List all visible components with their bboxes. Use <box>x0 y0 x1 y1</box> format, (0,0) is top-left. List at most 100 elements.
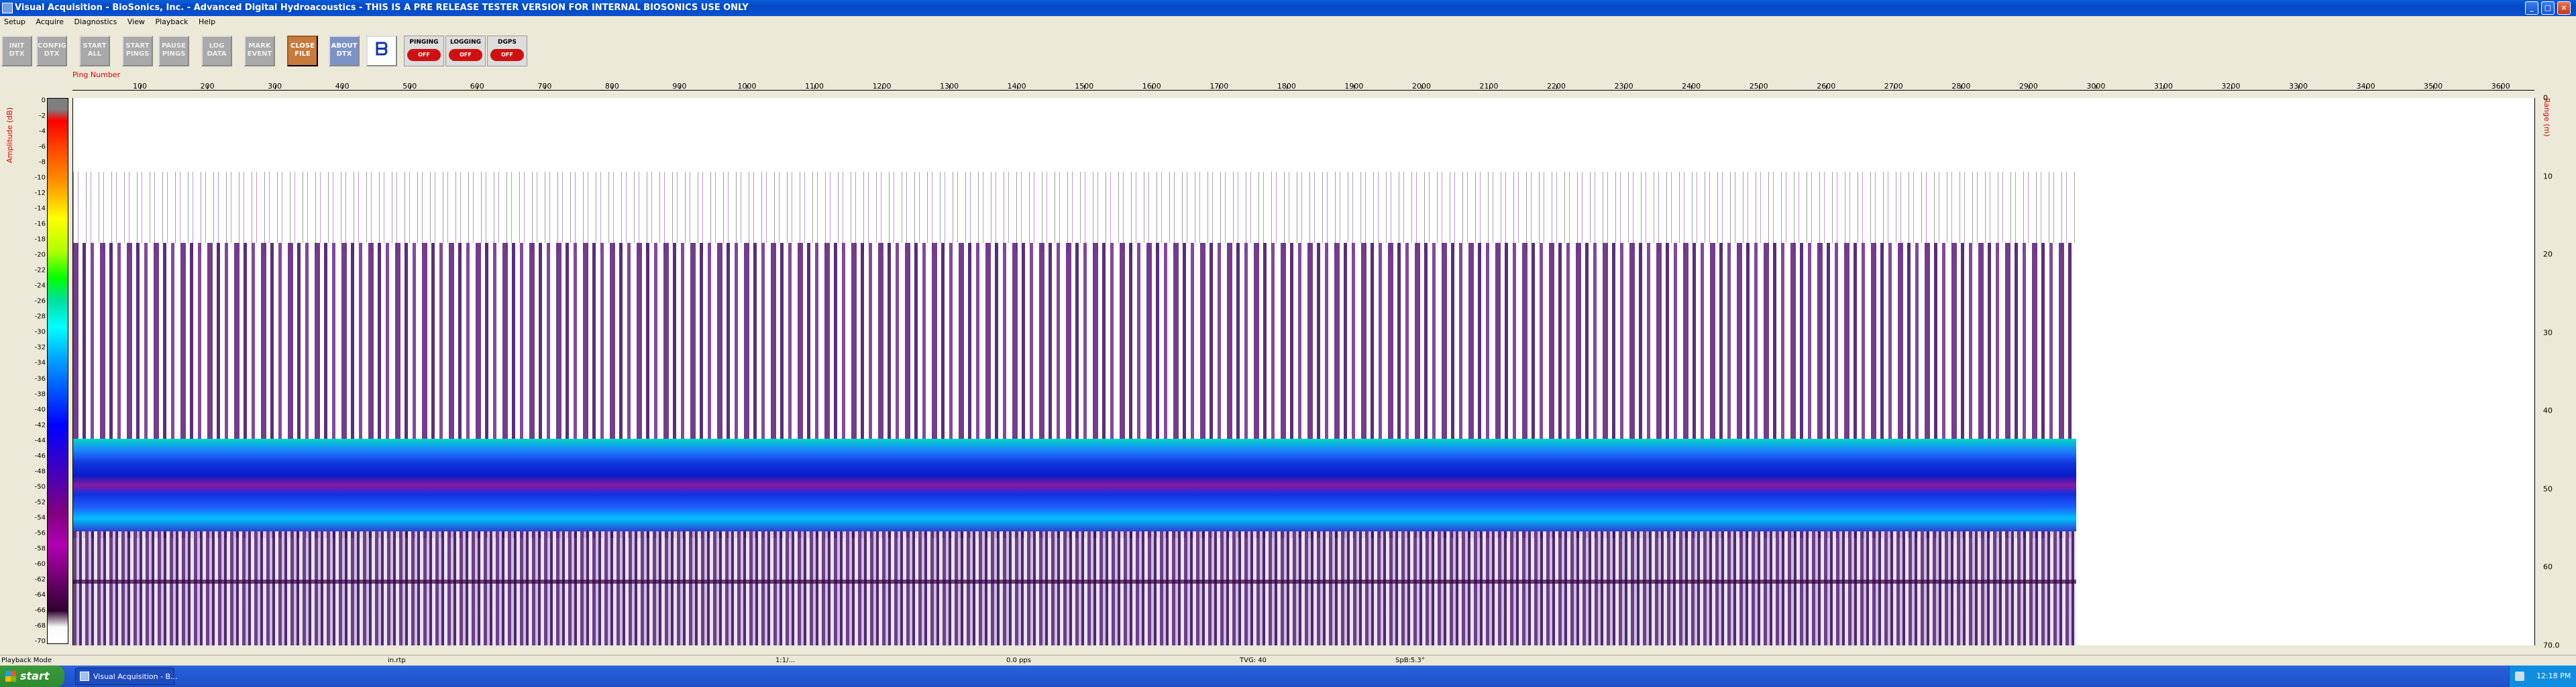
amplitude-tick-label: -36 <box>34 375 46 382</box>
amplitude-tick-label: -56 <box>34 529 46 537</box>
range-label: Range (m) <box>2542 98 2551 137</box>
status-file: in.rtp <box>388 657 406 664</box>
log-data-button[interactable]: LOG DATA <box>201 36 232 66</box>
menu-setup[interactable]: Setup <box>0 16 30 26</box>
ping-tick-label: 2600 <box>1817 82 1836 91</box>
amplitude-tick-label: -14 <box>34 205 46 213</box>
range-tick-label: 20 <box>2543 250 2553 259</box>
amplitude-tick-label: -66 <box>34 606 46 615</box>
dgps-indicator: DGPS OFF <box>487 36 527 66</box>
clock: 12:18 PM <box>2536 672 2571 680</box>
config-dtx-button[interactable]: CONFIG DTX <box>36 36 67 66</box>
amplitude-tick-label: -28 <box>34 313 46 321</box>
ping-tick-label: 3300 <box>2289 82 2308 91</box>
ping-tick-label: 2200 <box>1547 82 1566 91</box>
init-dtx-button[interactable]: INIT DTX <box>1 36 32 66</box>
menu-acquire[interactable]: Acquire <box>32 16 68 26</box>
amplitude-tick-label: -2 <box>39 112 46 120</box>
deep-echo-line <box>73 580 2077 584</box>
amplitude-tick-label: -68 <box>34 622 46 630</box>
amplitude-tick-labels: 0 -2 -4 -6 -8 -10 -12 -14 -16 -18 -20 -22 -24 -26 -28 -… <box>28 97 46 645</box>
echogram-display[interactable] <box>72 98 2535 645</box>
menu-view[interactable]: View <box>123 16 149 26</box>
logging-lamp: OFF <box>449 49 482 61</box>
ping-tick-label: 2500 <box>1749 82 1768 91</box>
logging-label: LOGGING <box>449 39 482 46</box>
pinging-indicator: PINGING OFF <box>404 36 444 66</box>
ping-tick-label: 800 <box>604 82 619 91</box>
biosonics-logo-icon: ᗷ <box>366 36 397 66</box>
maximize-button[interactable]: □ <box>2541 1 2555 15</box>
close-window-button[interactable]: × <box>2557 1 2571 15</box>
range-tick-label: 50 <box>2543 484 2553 494</box>
ping-tick-label: 2800 <box>1951 82 1971 91</box>
amplitude-tick-label: -8 <box>39 158 46 166</box>
range-axis: 0 10 20 30 40 50 60 70.0 <box>2534 94 2569 650</box>
start-all-button[interactable]: START ALL <box>79 36 110 66</box>
menu-playback[interactable]: Playback <box>151 16 192 26</box>
window-title: Visual Acquisition - BioSonics, Inc. - A… <box>15 3 749 13</box>
ping-tick-label: 2400 <box>1682 82 1701 91</box>
ping-axis: 100 200 300 400 500 600 700 800 900 1000 1100 1200 1… <box>72 79 2534 95</box>
ping-tick-label: 1400 <box>1007 82 1026 91</box>
echogram-data <box>73 98 2077 645</box>
amplitude-tick-label: -48 <box>34 468 46 476</box>
about-dtx-button[interactable]: ABOUT DTX <box>329 36 360 66</box>
amplitude-tick-label: -38 <box>34 390 46 399</box>
range-tick-label: 40 <box>2543 406 2553 415</box>
amplitude-tick-label: -20 <box>34 251 46 259</box>
status-time: 1:1/... <box>775 657 795 664</box>
dgps-label: DGPS <box>498 39 517 46</box>
ping-tick-label: 1300 <box>940 82 959 91</box>
amplitude-tick-label: -40 <box>34 406 46 414</box>
amplitude-tick-label: -60 <box>34 560 46 568</box>
start-button[interactable]: start <box>0 666 64 687</box>
sparse-noise-layer <box>73 172 2077 252</box>
system-tray: 12:18 PM <box>2509 666 2576 687</box>
ping-tick-label: 1800 <box>1277 82 1296 91</box>
range-tick-label: 70.0 <box>2543 641 2560 650</box>
ping-tick-label: 3000 <box>2086 82 2106 91</box>
menu-help[interactable]: Help <box>195 16 219 26</box>
range-tick-label: 30 <box>2543 328 2553 337</box>
ping-tick-label: 1700 <box>1210 82 1229 91</box>
amplitude-tick-label: -50 <box>34 483 46 491</box>
amplitude-tick-label: -58 <box>34 545 46 553</box>
logging-indicator: LOGGING OFF <box>445 36 486 66</box>
ping-tick-label: 1000 <box>737 82 757 91</box>
ping-tick-label: 3600 <box>2491 82 2510 91</box>
ping-tick-label: 600 <box>470 82 484 91</box>
amplitude-tick-label: -32 <box>34 344 46 352</box>
ping-number-label: Ping Number <box>72 70 121 79</box>
ping-tick-label: 2700 <box>1884 82 1903 91</box>
range-tick-label: 60 <box>2543 562 2553 572</box>
ping-tick-label: 3200 <box>2221 82 2241 91</box>
strong-echo-band <box>73 439 2077 531</box>
ping-tick-label: 200 <box>200 82 215 91</box>
taskbar: start Visual Acquisition - B... 12:18 PM <box>0 666 2576 687</box>
amplitude-tick-label: -26 <box>34 297 46 305</box>
status-tvg: TVG: 40 <box>1240 657 1267 664</box>
minimize-button[interactable]: _ <box>2525 1 2538 15</box>
app-icon <box>2 3 13 13</box>
pinging-lamp: OFF <box>407 49 441 61</box>
network-icon[interactable] <box>2515 672 2524 681</box>
pinging-label: PINGING <box>409 39 439 46</box>
ping-tick-label: 3500 <box>2424 82 2443 91</box>
amplitude-tick-label: -42 <box>34 421 46 429</box>
amplitude-tick-label: -4 <box>39 127 46 136</box>
amplitude-tick-label: -46 <box>34 452 46 460</box>
start-label: start <box>20 670 50 682</box>
menu-diagnostics[interactable]: Diagnostics <box>70 16 121 26</box>
amplitude-tick-label: -18 <box>34 235 46 244</box>
pause-pings-button[interactable]: PAUSE PINGS <box>158 36 189 66</box>
amplitude-colorbar <box>47 98 68 644</box>
ping-tick-label: 2000 <box>1411 82 1431 91</box>
start-pings-button[interactable]: START PINGS <box>122 36 153 66</box>
close-file-button[interactable]: CLOSE FILE <box>287 36 318 66</box>
ping-tick-label: 1600 <box>1142 82 1161 91</box>
amplitude-tick-label: -10 <box>34 174 46 182</box>
taskbar-item-visual-acquisition[interactable]: Visual Acquisition - B... <box>75 668 178 685</box>
mark-event-button[interactable]: MARK EVENT <box>244 36 275 66</box>
app-icon <box>80 672 89 681</box>
